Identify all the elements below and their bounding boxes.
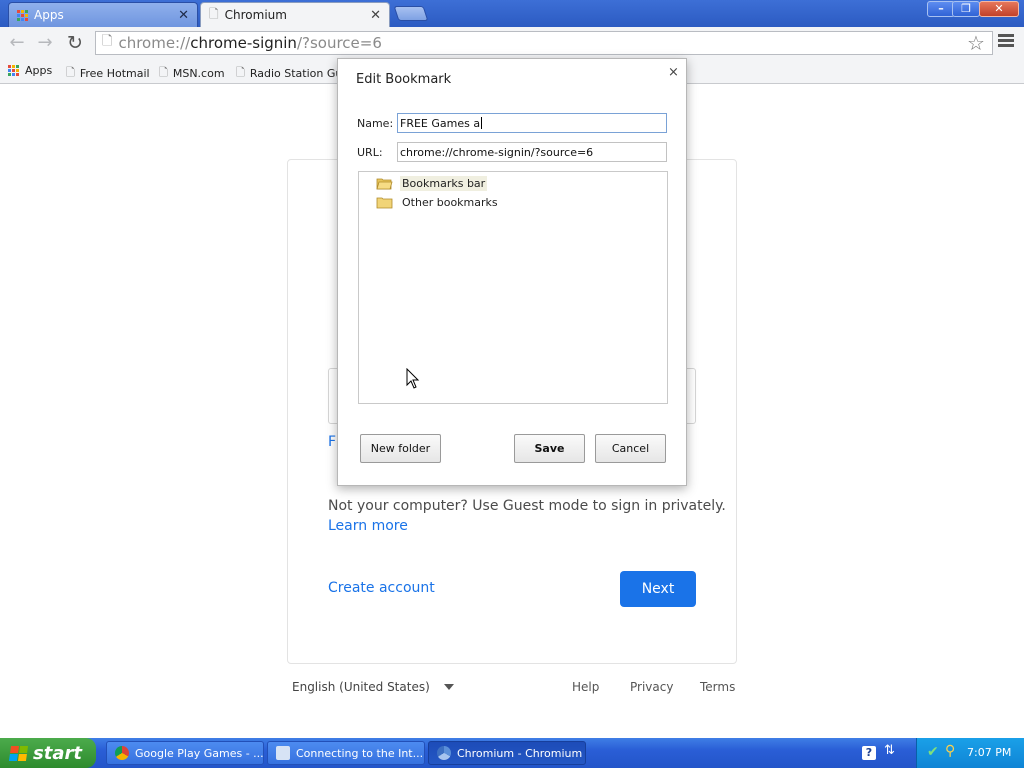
address-bar[interactable]: 🗋 chrome://chrome-signin/?source=6 bbox=[95, 31, 993, 55]
url-input[interactable]: chrome://chrome-signin/?source=6 bbox=[397, 142, 667, 162]
open-folder-icon bbox=[376, 178, 393, 190]
page-icon: 🗋 bbox=[236, 66, 245, 79]
save-button[interactable]: Save bbox=[514, 434, 585, 463]
url-scheme: chrome:// bbox=[118, 34, 191, 52]
bookmark-free-hotmail[interactable]: 🗋 Free Hotmail bbox=[66, 64, 150, 83]
learn-more-link[interactable]: Learn more bbox=[328, 518, 408, 534]
taskbar-item-connecting[interactable]: Connecting to the Int... bbox=[267, 741, 425, 765]
folder-icon bbox=[376, 197, 393, 209]
terms-link[interactable]: Terms bbox=[700, 680, 735, 694]
tab-label: Chromium bbox=[224, 8, 287, 22]
url-input-value: chrome://chrome-signin/?source=6 bbox=[400, 145, 594, 159]
close-tab-icon[interactable]: ✕ bbox=[178, 8, 189, 23]
page-icon: 🗋 bbox=[102, 34, 113, 49]
guest-mode-text: Not your computer? Use Guest mode to sig… bbox=[328, 498, 726, 514]
help-link[interactable]: Help bbox=[572, 680, 599, 694]
language-select[interactable]: English (United States) bbox=[292, 680, 430, 694]
bookmark-label: MSN.com bbox=[172, 67, 225, 80]
forgot-link-partial[interactable]: F bbox=[328, 434, 336, 450]
clock: 7:07 PM bbox=[967, 746, 1012, 759]
edit-bookmark-dialog: Edit Bookmark × Name: FREE Games a URL: … bbox=[337, 58, 687, 486]
folder-other-bookmarks[interactable]: Other bookmarks bbox=[376, 195, 500, 210]
tab-apps[interactable]: Apps ✕ bbox=[8, 2, 198, 27]
new-folder-button[interactable]: New folder bbox=[360, 434, 441, 463]
menu-icon[interactable] bbox=[998, 34, 1014, 49]
name-label: Name: bbox=[357, 117, 394, 130]
url-path: /?source=6 bbox=[296, 34, 382, 52]
close-window-button[interactable]: ✕ bbox=[979, 1, 1019, 17]
network-wizard-icon bbox=[276, 746, 290, 760]
create-account-link[interactable]: Create account bbox=[328, 580, 435, 596]
windows-flag-icon bbox=[8, 745, 29, 761]
close-tab-icon[interactable]: ✕ bbox=[370, 8, 381, 23]
cancel-button[interactable]: Cancel bbox=[595, 434, 666, 463]
bookmark-label: Radio Station Gui bbox=[249, 67, 346, 80]
chromium-icon bbox=[437, 746, 451, 760]
taskbar: start Google Play Games - ... Connecting… bbox=[0, 738, 1024, 768]
bookmark-label: Free Hotmail bbox=[79, 67, 150, 80]
folder-tree[interactable]: Bookmarks bar Other bookmarks bbox=[358, 171, 668, 404]
minimize-button[interactable]: – bbox=[927, 1, 955, 17]
back-arrow-icon[interactable]: ← bbox=[6, 32, 28, 54]
bookmark-msn[interactable]: 🗋 MSN.com bbox=[159, 64, 225, 83]
dialog-title: Edit Bookmark bbox=[356, 72, 452, 87]
browser-toolbar: ← → ↻ 🗋 chrome://chrome-signin/?source=6 bbox=[0, 27, 1024, 59]
bookmark-apps[interactable]: Apps bbox=[8, 64, 52, 77]
security-shield-icon[interactable]: ✔ bbox=[927, 744, 939, 760]
bookmark-star-icon[interactable]: ☆ bbox=[967, 31, 985, 55]
tab-chromium[interactable]: 🗋 Chromium ✕ bbox=[200, 2, 390, 27]
taskbar-item-google-play[interactable]: Google Play Games - ... bbox=[106, 741, 264, 765]
start-label: start bbox=[33, 742, 82, 764]
reload-icon[interactable]: ↻ bbox=[64, 32, 86, 54]
url-label: URL: bbox=[357, 146, 383, 159]
url-host: chrome-signin bbox=[190, 34, 297, 52]
next-button[interactable]: Next bbox=[620, 571, 696, 607]
close-icon[interactable]: × bbox=[668, 65, 679, 80]
bookmark-radio-station[interactable]: 🗋 Radio Station Gui bbox=[236, 64, 345, 83]
text-caret bbox=[481, 117, 483, 129]
mouse-pointer-icon bbox=[406, 368, 420, 389]
task-label: Chromium - Chromium bbox=[457, 746, 583, 760]
task-label: Connecting to the Int... bbox=[296, 746, 424, 760]
search-icon[interactable]: ⚲ bbox=[945, 743, 955, 759]
apps-grid-icon bbox=[8, 65, 19, 76]
caret-down-icon[interactable] bbox=[444, 684, 454, 690]
page-icon: 🗋 bbox=[209, 6, 219, 21]
taskbar-item-chromium[interactable]: Chromium - Chromium bbox=[428, 741, 586, 765]
maximize-button[interactable]: ❐ bbox=[952, 1, 980, 17]
tab-strip: Apps ✕ 🗋 Chromium ✕ – ❐ ✕ bbox=[0, 0, 1024, 27]
network-icon[interactable]: ⇅ bbox=[884, 743, 895, 758]
tab-label: Apps bbox=[34, 8, 64, 22]
page-icon: 🗋 bbox=[66, 66, 75, 79]
apps-grid-icon bbox=[17, 9, 28, 21]
page-icon: 🗋 bbox=[159, 66, 168, 79]
new-tab-button[interactable] bbox=[393, 6, 429, 21]
task-label: Google Play Games - ... bbox=[135, 746, 264, 760]
bookmark-label: Apps bbox=[25, 64, 53, 77]
chrome-icon bbox=[115, 746, 129, 760]
name-input[interactable]: FREE Games a bbox=[397, 113, 667, 133]
forward-arrow-icon[interactable]: → bbox=[34, 32, 56, 54]
folder-label: Other bookmarks bbox=[402, 196, 498, 209]
start-button[interactable]: start bbox=[0, 738, 96, 768]
help-icon[interactable]: ? bbox=[862, 746, 876, 760]
privacy-link[interactable]: Privacy bbox=[630, 680, 673, 694]
folder-label: Bookmarks bar bbox=[400, 176, 488, 191]
folder-bookmarks-bar[interactable]: Bookmarks bar bbox=[376, 176, 488, 191]
name-input-value: FREE Games a bbox=[400, 116, 481, 130]
